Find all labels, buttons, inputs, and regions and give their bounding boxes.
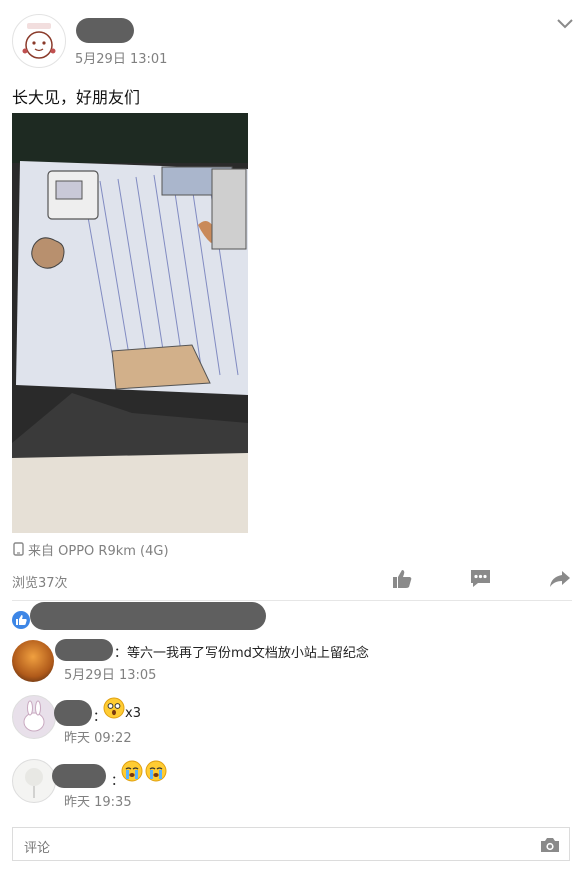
actions-divider: [12, 600, 572, 601]
post-text: 长大见，好朋友们: [12, 88, 141, 107]
view-count: 浏览37次: [12, 576, 68, 591]
emoji-crying-icon: [121, 760, 143, 786]
share-icon[interactable]: [549, 570, 571, 592]
phone-icon: [13, 541, 24, 560]
thumb-badge-icon: [12, 611, 30, 629]
commenter-name-redacted[interactable]: [54, 700, 92, 726]
likers-redacted[interactable]: [30, 602, 266, 630]
comment-time: 5月29日 13:05: [64, 668, 157, 683]
like-icon[interactable]: [392, 569, 412, 593]
emoji-crying-icon: [145, 760, 167, 786]
comment-avatar[interactable]: [12, 695, 56, 739]
comment-text: ：等六一我再了写份md文档放小站上留纪念: [114, 646, 369, 661]
photo-handwritten-card: [12, 113, 248, 533]
emoji-count: x3: [125, 706, 141, 721]
commenter-name-redacted[interactable]: [55, 639, 113, 661]
comment-input-box[interactable]: 评论: [12, 827, 570, 861]
emoji-shocked-icon: [103, 697, 125, 723]
camera-icon[interactable]: [540, 837, 560, 857]
comment-avatar[interactable]: [12, 759, 56, 803]
comment-time: 昨天 09:22: [64, 731, 132, 746]
comment-time: 昨天 19:35: [64, 795, 132, 810]
commenter-name-redacted[interactable]: [52, 764, 106, 788]
author-avatar[interactable]: [12, 14, 66, 68]
post-date: 5月29日 13:01: [75, 52, 168, 67]
comment-avatar[interactable]: [12, 640, 54, 682]
post-device: 来自 OPPO R9km (4G): [28, 544, 169, 559]
post-photo[interactable]: [12, 113, 248, 533]
comment-icon[interactable]: [470, 569, 491, 592]
comment-input[interactable]: 评论: [24, 837, 50, 856]
author-name-redacted[interactable]: [76, 18, 134, 43]
author-avatar-image: [22, 23, 56, 59]
chevron-down-icon[interactable]: [556, 18, 574, 30]
